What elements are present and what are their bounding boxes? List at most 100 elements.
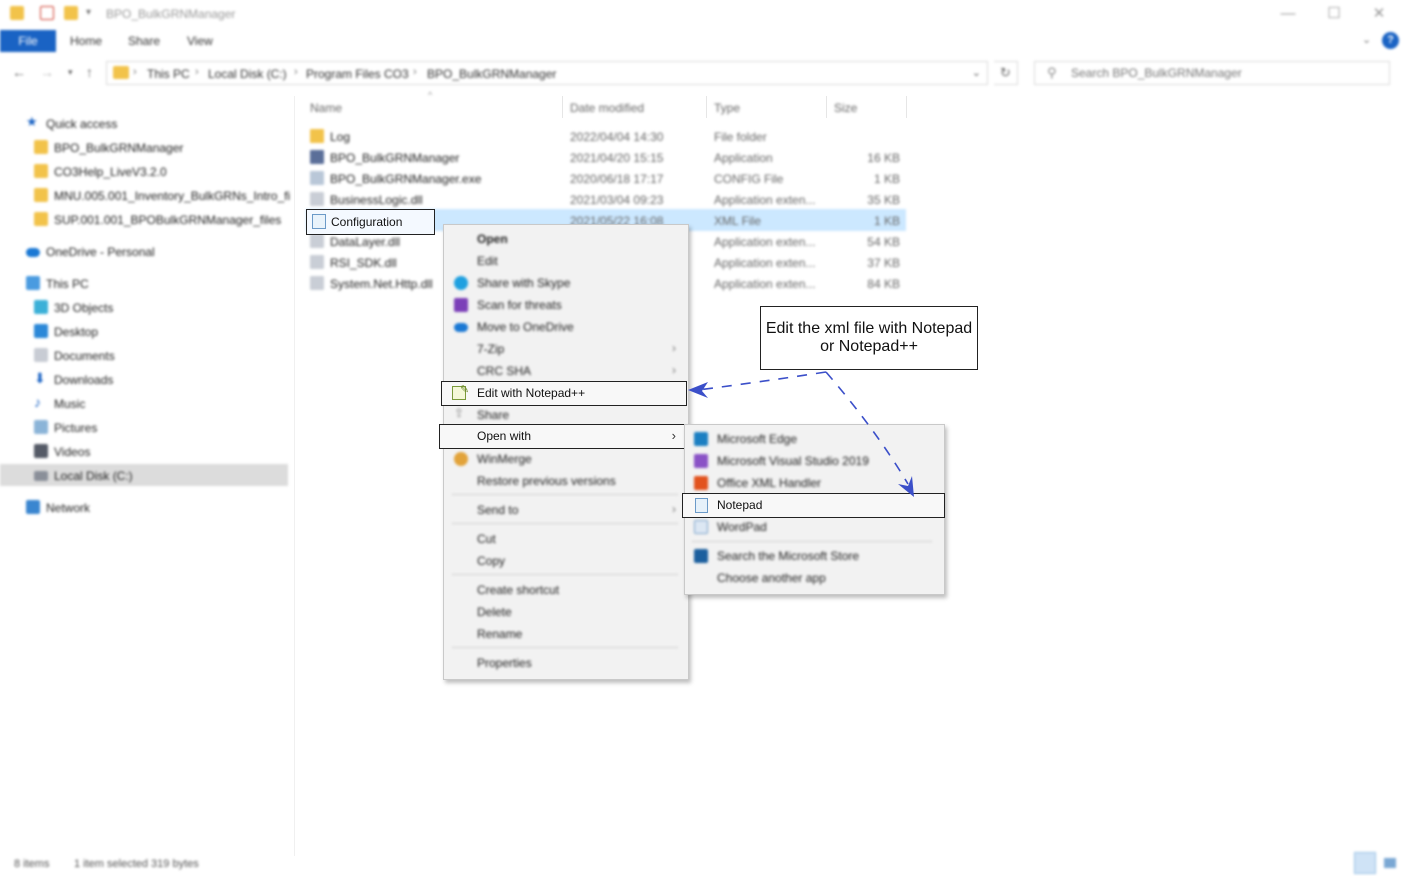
file-tab[interactable]: File [0,30,56,52]
file-row[interactable]: Log 2022/04/04 14:30 File folder [306,126,906,147]
back-arrow-icon[interactable]: ← [12,64,26,80]
menu-item-winmerge[interactable]: WinMerge [444,448,688,470]
chevron-right-icon: › [413,66,417,78]
folder-icon [113,66,129,79]
store-icon [694,549,708,563]
skype-icon [454,276,468,290]
annotation-callout: Edit the xml file with Notepad or Notepa… [760,306,978,370]
up-arrow-icon[interactable]: ↑ [86,64,93,80]
maximize-button[interactable]: ☐ [1322,4,1346,24]
folder-icon [34,164,48,178]
pane-divider[interactable] [294,96,295,856]
close-button[interactable]: ✕ [1367,4,1391,24]
pictures-icon [34,420,48,434]
dll-file-icon [310,192,324,206]
menu-separator [452,574,678,575]
menu-item-onedrive[interactable]: Move to OneDrive [444,316,688,338]
help-icon[interactable]: ? [1382,32,1399,49]
breadcrumb-current-folder[interactable]: BPO_BulkGRNManager [427,67,556,81]
menu-item-share-skype[interactable]: Share with Skype [444,272,688,294]
menu-separator [452,523,678,524]
menu-item-copy[interactable]: Copy [444,550,688,572]
details-view-button[interactable] [1354,852,1376,874]
file-row[interactable]: BPO_BulkGRNManager.exe 2020/06/18 17:17 … [306,168,906,189]
submenu-item-office-xml[interactable]: Office XML Handler [686,472,942,494]
menu-item-edit[interactable]: Edit [444,250,688,272]
edge-icon [694,432,708,446]
file-row[interactable]: BPO_BulkGRNManager 2021/04/20 15:15 Appl… [306,147,906,168]
breadcrumb-this-pc[interactable]: This PC [147,67,190,81]
submenu-item-choose-app[interactable]: Choose another app [686,567,942,589]
cloud-icon [454,323,468,332]
selection-info: 1 item selected 319 bytes [74,858,199,870]
chevron-right-icon: › [672,341,676,355]
folder-icon [34,188,48,202]
menu-item-rename[interactable]: Rename [444,623,688,645]
column-separator[interactable] [562,96,563,118]
submenu-item-edge[interactable]: Microsoft Edge [686,428,942,450]
menu-item-open-with[interactable]: Open with › [439,424,685,449]
wordpad-icon [694,520,708,534]
menu-item-cut[interactable]: Cut [444,528,688,550]
menu-item-restore[interactable]: Restore previous versions [444,470,688,492]
network-icon [26,500,40,514]
column-separator[interactable] [906,96,907,118]
tab-share[interactable]: Share [128,34,160,48]
column-header-date[interactable]: Date modified [570,101,644,115]
minimize-button[interactable]: — [1276,4,1300,24]
folder-icon [10,6,24,20]
expand-ribbon-icon[interactable]: ⌄ [1362,33,1371,46]
file-name-configuration: Configuration [331,215,403,229]
annotation-line-2: or Notepad++ [820,338,918,355]
tab-home[interactable]: Home [70,34,102,48]
submenu-item-notepad[interactable]: Notepad [682,493,945,518]
submenu-item-visual-studio[interactable]: Microsoft Visual Studio 2019 [686,450,942,472]
forward-arrow-icon[interactable]: → [40,64,54,80]
menu-item-edit-notepadpp[interactable]: ✎ Edit with Notepad++ [441,381,687,406]
menu-item-properties[interactable]: Properties [444,652,688,674]
menu-item-7zip[interactable]: 7-Zip › [444,338,688,360]
window-title: BPO_BulkGRNManager [106,7,236,21]
submenu-item-store[interactable]: Search the Microsoft Store [686,545,942,567]
submenu-item-wordpad[interactable]: WordPad [686,516,942,538]
large-icons-icon [1384,858,1396,868]
customize-toolbar-icon[interactable]: ▾ [86,7,91,18]
menu-item-create-shortcut[interactable]: Create shortcut [444,579,688,601]
dll-file-icon [310,255,324,269]
column-separator[interactable] [826,96,827,118]
chevron-right-icon: › [672,363,676,377]
search-input[interactable] [1071,66,1371,80]
search-box[interactable]: ⚲ [1034,61,1390,85]
large-icons-view-button[interactable] [1380,852,1402,874]
menu-item-send-to[interactable]: Send to › [444,499,688,521]
chevron-down-icon[interactable]: ⌄ [972,66,981,79]
menu-item-crc-sha[interactable]: CRC SHA › [444,360,688,382]
annotation-line-1: Edit the xml file with Notepad [765,320,973,337]
menu-item-scan[interactable]: Scan for threats [444,294,688,316]
chevron-right-icon: › [195,66,199,78]
column-header-type[interactable]: Type [714,101,740,115]
file-row[interactable]: BusinessLogic.dll 2021/03/04 09:23 Appli… [306,189,906,210]
chevron-right-icon: › [294,66,298,78]
chevron-right-icon: › [133,66,137,78]
column-separator[interactable] [706,96,707,118]
visual-studio-icon [694,454,708,468]
column-header-size[interactable]: Size [834,101,857,115]
cloud-icon [26,248,40,257]
breadcrumb-local-disk[interactable]: Local Disk (C:) [208,67,287,81]
new-folder-icon[interactable] [64,6,78,20]
refresh-button[interactable]: ↻ [994,61,1018,85]
file-item-configuration[interactable]: Configuration [306,209,435,235]
properties-icon[interactable] [40,6,54,20]
xml-file-icon [312,214,326,229]
shield-icon [454,298,468,312]
menu-item-open[interactable]: Open [444,228,688,250]
recent-locations-icon[interactable]: ▾ [68,67,73,78]
column-header-name[interactable]: Name [310,101,342,115]
address-bar[interactable]: › This PC › Local Disk (C:) › Program Fi… [106,61,988,85]
menu-item-delete[interactable]: Delete [444,601,688,623]
folder-icon [34,212,48,226]
breadcrumb-program-files[interactable]: Program Files CO3 [306,67,409,81]
menu-item-share[interactable]: ⇪ Share [444,404,688,426]
tab-view[interactable]: View [187,34,213,48]
